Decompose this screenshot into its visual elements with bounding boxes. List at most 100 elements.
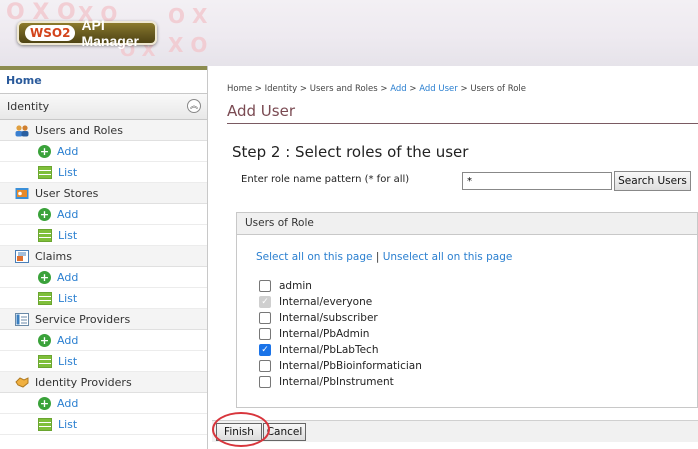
sidebar-item-service-providers-add[interactable]: + Add	[0, 330, 207, 351]
sidebar-item-service-providers-list[interactable]: List	[0, 351, 207, 372]
list-icon	[38, 228, 52, 242]
role-label: Internal/everyone	[279, 296, 373, 308]
unselect-all-link[interactable]: Unselect all on this page	[383, 251, 513, 263]
sidebar: Home Identity ︽ Users and Roles + Add Li…	[0, 66, 208, 449]
sidebar-item-label: List	[58, 354, 78, 368]
cancel-button[interactable]: Cancel	[263, 423, 306, 441]
app-header: O X O X O O X X O O X WSO2 API Manager	[0, 0, 698, 66]
sidebar-item-label: Add	[57, 396, 79, 410]
sidebar-home-link[interactable]: Home	[0, 66, 207, 93]
breadcrumb-identity[interactable]: Identity	[265, 84, 298, 94]
role-label: Internal/PbAdmin	[279, 328, 370, 340]
sidebar-item-claims-list[interactable]: List	[0, 288, 207, 309]
sidebar-section-label: Claims	[35, 249, 72, 263]
sidebar-section-claims[interactable]: Claims	[0, 246, 207, 267]
add-icon: +	[38, 333, 51, 347]
step-title: Step 2 : Select roles of the user	[232, 143, 469, 161]
sidebar-item-user-stores-add[interactable]: + Add	[0, 204, 207, 225]
sidebar-identity-header[interactable]: Identity ︽	[0, 93, 207, 120]
logo-product-text: API Manager	[81, 17, 140, 49]
breadcrumb-separator: >	[457, 84, 471, 94]
sidebar-identity-label: Identity	[7, 100, 50, 113]
collapse-icon[interactable]: ︽	[187, 99, 201, 113]
finish-button[interactable]: Finish	[216, 423, 262, 441]
wso2-logo[interactable]: WSO2 API Manager	[17, 17, 157, 49]
checkmark-icon: ✓	[261, 297, 269, 307]
link-separator: |	[372, 251, 383, 263]
breadcrumb-separator: >	[297, 84, 310, 94]
role-list: ✓ admin ✓ Internal/everyone ✓ Internal/subscr…	[259, 278, 422, 390]
sidebar-item-identity-providers-add[interactable]: + Add	[0, 393, 207, 414]
sidebar-item-user-stores-list[interactable]: List	[0, 225, 207, 246]
sidebar-item-label: Add	[57, 207, 79, 221]
claims-icon	[15, 249, 29, 263]
role-label: Internal/PbBioinformatician	[279, 360, 422, 372]
sidebar-section-service-providers[interactable]: Service Providers	[0, 309, 207, 330]
breadcrumb-separator: >	[406, 84, 420, 94]
add-icon: +	[38, 207, 51, 221]
sidebar-item-label: Add	[57, 144, 79, 158]
select-links: Select all on this page | Unselect all o…	[256, 251, 512, 263]
panel-header: Users of Role	[237, 213, 697, 235]
role-label: Internal/PbLabTech	[279, 344, 379, 356]
sidebar-section-user-stores[interactable]: User Stores	[0, 183, 207, 204]
add-icon: +	[38, 396, 51, 410]
role-label: admin	[279, 280, 312, 292]
breadcrumb-add-user[interactable]: Add User	[419, 84, 458, 94]
role-pattern-label: Enter role name pattern (* for all)	[241, 174, 410, 185]
role-row[interactable]: ✓ Internal/PbLabTech	[259, 342, 422, 358]
sidebar-item-label: List	[58, 165, 78, 179]
breadcrumb-users-roles[interactable]: Users and Roles	[310, 84, 378, 94]
sidebar-item-label: List	[58, 228, 78, 242]
sidebar-item-claims-add[interactable]: + Add	[0, 267, 207, 288]
role-label: Internal/subscriber	[279, 312, 378, 324]
sidebar-section-label: Users and Roles	[35, 123, 123, 137]
sidebar-section-users-and-roles[interactable]: Users and Roles	[0, 120, 207, 141]
role-checkbox: ✓	[259, 296, 271, 308]
role-checkbox[interactable]: ✓	[259, 376, 271, 388]
sidebar-section-label: User Stores	[35, 186, 99, 200]
role-checkbox[interactable]: ✓	[259, 280, 271, 292]
role-checkbox[interactable]: ✓	[259, 344, 271, 356]
role-checkbox[interactable]: ✓	[259, 312, 271, 324]
list-icon	[38, 291, 52, 305]
sidebar-section-identity-providers[interactable]: Identity Providers	[0, 372, 207, 393]
select-all-link[interactable]: Select all on this page	[256, 251, 372, 263]
breadcrumb-separator: >	[252, 84, 265, 94]
breadcrumb: Home > Identity > Users and Roles > Add …	[227, 84, 526, 94]
sidebar-item-label: List	[58, 291, 78, 305]
checkmark-icon: ✓	[261, 345, 269, 355]
breadcrumb-home[interactable]: Home	[227, 84, 252, 94]
role-row[interactable]: ✓ admin	[259, 278, 422, 294]
role-label: Internal/PbInstrument	[279, 376, 394, 388]
sidebar-item-label: Add	[57, 270, 79, 284]
sidebar-section-label: Service Providers	[35, 312, 131, 326]
sidebar-item-identity-providers-list[interactable]: List	[0, 414, 207, 435]
role-row[interactable]: ✓ Internal/subscriber	[259, 310, 422, 326]
breadcrumb-separator: >	[377, 84, 391, 94]
identity-provider-icon	[15, 376, 29, 388]
list-icon	[38, 354, 52, 368]
role-row[interactable]: ✓ Internal/PbBioinformatician	[259, 358, 422, 374]
sidebar-section-label: Identity Providers	[35, 375, 132, 389]
users-roles-icon	[15, 124, 29, 136]
breadcrumb-current: Users of Role	[470, 84, 527, 94]
sidebar-item-users-add[interactable]: + Add	[0, 141, 207, 162]
page-title: Add User	[227, 102, 295, 120]
add-icon: +	[38, 270, 51, 284]
list-icon	[38, 165, 52, 179]
sidebar-item-users-list[interactable]: List	[0, 162, 207, 183]
role-row[interactable]: ✓ Internal/PbInstrument	[259, 374, 422, 390]
logo-wso2-text: WSO2	[25, 25, 76, 41]
role-row[interactable]: ✓ Internal/PbAdmin	[259, 326, 422, 342]
role-checkbox[interactable]: ✓	[259, 360, 271, 372]
breadcrumb-add[interactable]: Add	[390, 84, 406, 94]
role-pattern-input[interactable]	[462, 172, 612, 190]
user-store-icon	[15, 187, 29, 199]
role-row[interactable]: ✓ Internal/everyone	[259, 294, 422, 310]
search-users-button[interactable]: Search Users	[614, 171, 691, 191]
role-checkbox[interactable]: ✓	[259, 328, 271, 340]
title-divider	[227, 123, 698, 124]
service-provider-icon	[15, 312, 29, 326]
add-icon: +	[38, 144, 51, 158]
